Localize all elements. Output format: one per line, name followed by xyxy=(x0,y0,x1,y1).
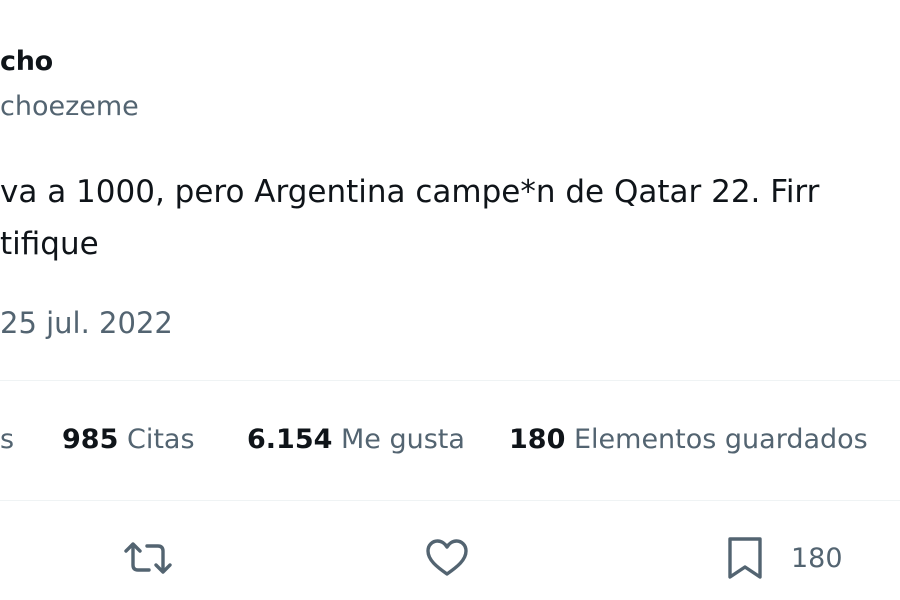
retweet-icon xyxy=(122,538,174,578)
retweet-button[interactable] xyxy=(122,530,174,586)
bookmarks-stat[interactable]: 180 Elementos guardados xyxy=(509,424,868,455)
tweet-text: va a 1000, pero Argentina campe*n de Qat… xyxy=(0,166,819,270)
quotes-stat[interactable]: 985 Citas xyxy=(62,424,195,455)
likes-label: Me gusta xyxy=(341,424,465,455)
heart-icon xyxy=(424,538,470,578)
divider xyxy=(0,380,900,381)
tweet-date[interactable]: 25 jul. 2022 xyxy=(0,306,173,340)
quotes-label: Citas xyxy=(126,424,195,455)
likes-count: 6.154 xyxy=(247,424,333,455)
reposts-stat-label[interactable]: s xyxy=(0,424,14,455)
likes-stat[interactable]: 6.154 Me gusta xyxy=(247,424,465,455)
quotes-count: 985 xyxy=(62,424,119,455)
bookmarks-count: 180 xyxy=(509,424,566,455)
engagement-stats: s 985 Citas 6.154 Me gusta 180 Elementos… xyxy=(0,424,900,464)
divider xyxy=(0,500,900,501)
bookmark-icon xyxy=(725,536,765,580)
author-handle[interactable]: choezeme xyxy=(0,91,139,122)
like-button[interactable] xyxy=(424,530,470,586)
bookmark-count: 180 xyxy=(791,542,843,574)
action-bar: 180 xyxy=(0,530,900,586)
tweet: cho choezeme va a 1000, pero Argentina c… xyxy=(0,0,900,600)
bookmarks-label: Elementos guardados xyxy=(573,424,868,455)
author-name[interactable]: cho xyxy=(0,46,53,77)
tweet-text-line: tifique xyxy=(0,226,99,262)
bookmark-button[interactable]: 180 xyxy=(725,530,843,586)
tweet-text-line: va a 1000, pero Argentina campe*n de Qat… xyxy=(0,174,820,210)
